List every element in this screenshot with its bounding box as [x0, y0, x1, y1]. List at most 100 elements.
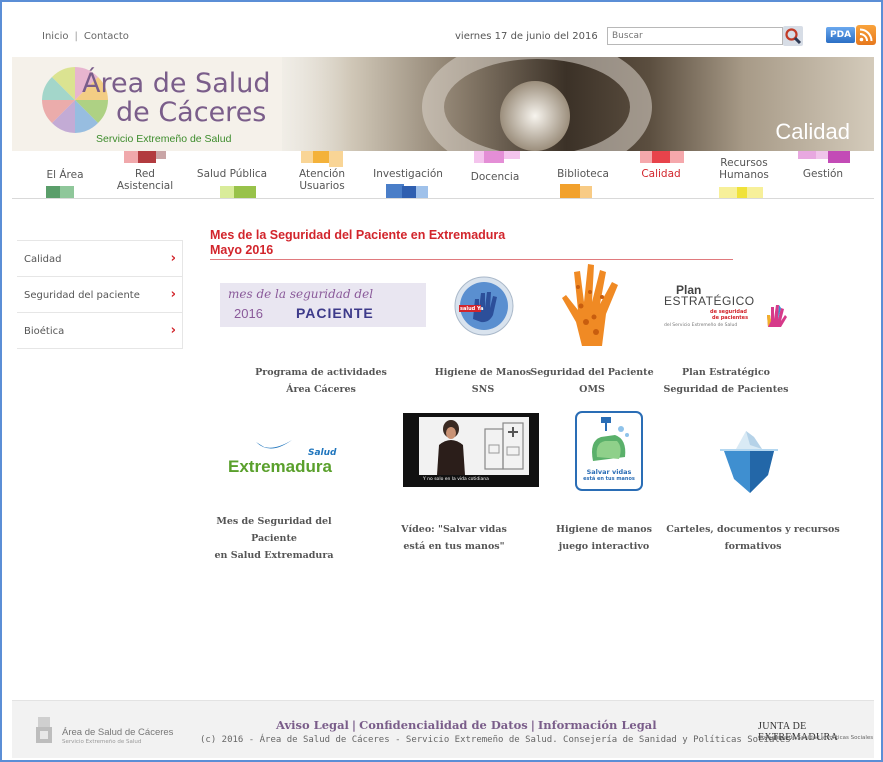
chevron-right-icon: ›: [170, 323, 176, 338]
tile-carteles-recursos-caption[interactable]: Carteles, documentos y recursos formativ…: [664, 521, 842, 555]
tile-programa-actividades-image[interactable]: mes de la seguridad del 2016 PACIENTE: [220, 283, 426, 327]
caption-line: Carteles, documentos y recursos: [666, 524, 840, 535]
sidebar-item-label: Calidad: [24, 254, 62, 265]
link-informacion-legal[interactable]: Información Legal: [538, 718, 657, 732]
rss-button[interactable]: [856, 25, 877, 45]
logo-title-line2: de Cáceres: [116, 97, 267, 128]
nav-color-block: [670, 151, 684, 163]
nav-color-block: [580, 186, 592, 198]
logo-title[interactable]: Área de Salud de Cáceres: [82, 69, 271, 127]
logo-title-line1: Área de Salud: [82, 68, 271, 99]
nav-docencia[interactable]: Docencia: [460, 151, 530, 199]
caption-line: Mes de Seguridad del: [216, 516, 332, 527]
logo-subtitle: Servicio Extremeño de Salud: [96, 133, 232, 145]
tile-higiene-manos-sns-image[interactable]: salud Ya: [453, 275, 515, 337]
nav-color-block: [504, 151, 520, 159]
caption-line: SNS: [471, 384, 495, 395]
top-bar: Inicio | Contacto viernes 17 de junio del …: [40, 25, 877, 48]
nav-color-block: [416, 186, 428, 198]
page-title-line2: Mayo 2016: [210, 243, 274, 257]
page-title: Mes de la Seguridad del Paciente en Extr…: [210, 228, 505, 258]
link-contacto[interactable]: Contacto: [84, 31, 129, 42]
caption-line: Paciente: [251, 533, 297, 544]
copyright-text: (c) 2016 - Área de Salud de Cáceres - Se…: [200, 735, 791, 745]
link-confidencialidad[interactable]: Confidencialidad de Datos: [359, 718, 528, 732]
tile-video-salvar-vidas-image[interactable]: Y no solo en la vida cotidiana: [403, 413, 539, 487]
tile-higiene-manos-sns-caption[interactable]: Higiene de Manos SNS: [428, 364, 538, 398]
nav-red-asistencial[interactable]: Red Asistencial: [110, 151, 180, 199]
footer-logo-icon[interactable]: [34, 715, 54, 747]
tile-programa-actividades-caption[interactable]: Programa de actividades Área Cáceres: [236, 364, 406, 398]
sidebar-item-seguridad-paciente[interactable]: Seguridad del paciente ›: [17, 277, 183, 313]
nav-gestion[interactable]: Gestión: [788, 151, 858, 199]
tile-salud-extremadura-image[interactable]: Salud Extremadura: [226, 436, 338, 478]
nav-atencion-usuarios[interactable]: Atención Usuarios: [287, 151, 357, 199]
tile-higiene-juego-image[interactable]: Salvar vidas está en tus manos: [575, 411, 643, 491]
tile-salud-extremadura-caption[interactable]: Mes de Seguridad del Paciente en Salud E…: [212, 513, 336, 564]
nav-el-area[interactable]: El Área: [30, 151, 100, 199]
nav-color-block: [652, 151, 670, 163]
nav-biblioteca[interactable]: Biblioteca: [548, 151, 618, 199]
tile-carteles-recursos-image[interactable]: [720, 425, 778, 495]
header-banner: Área de Salud de Cáceres Servicio Extrem…: [12, 57, 874, 151]
nav-label: Red Asistencial: [116, 168, 174, 192]
search-icon: [783, 26, 803, 46]
nav-color-block: [474, 151, 484, 163]
nav-label: Calidad: [641, 168, 681, 180]
caption-line: Seguridad de Pacientes: [663, 384, 789, 395]
banner-section-title: Calidad: [775, 119, 850, 144]
nav-investigacion[interactable]: Investigación: [368, 151, 448, 199]
plan-logo-text: ESTRATÉGICO: [664, 294, 755, 308]
nav-calidad[interactable]: Calidad: [626, 151, 696, 199]
nav-color-block: [156, 151, 166, 159]
nav-color-block: [484, 151, 504, 163]
colored-hand-icon: [767, 305, 787, 327]
caption-line: juego interactivo: [558, 541, 650, 552]
nav-label: El Área: [46, 169, 84, 181]
link-inicio[interactable]: Inicio: [42, 31, 68, 42]
tile-plan-estrategico-image[interactable]: Plan ESTRATÉGICO de seguridad de pacient…: [660, 283, 790, 333]
caption-line: Programa de actividades: [255, 367, 387, 378]
nav-label: Recursos Humanos: [719, 157, 769, 181]
tile-higiene-juego-caption[interactable]: Higiene de manos juego interactivo: [546, 521, 662, 555]
pda-button[interactable]: PDA: [826, 27, 856, 43]
nav-label: Salud Pública: [196, 168, 268, 180]
tile-video-salvar-vidas-caption[interactable]: Vídeo: "Salvar vidas está en tus manos": [386, 521, 522, 555]
nav-color-block: [138, 151, 156, 163]
search-input[interactable]: [607, 27, 783, 45]
nav-salud-publica[interactable]: Salud Pública: [192, 151, 272, 199]
chevron-right-icon: ›: [170, 251, 176, 266]
extremadura-logo-text: Extremadura: [228, 457, 332, 476]
nav-recursos-humanos[interactable]: Recursos Humanos: [709, 151, 779, 199]
footer-separator: |: [530, 718, 535, 732]
caption-line: OMS: [579, 384, 605, 395]
caption-line: formativos: [724, 541, 782, 552]
nav-label: Atención Usuarios: [299, 168, 345, 192]
main-nav: El Área Red Asistencial Salud Pública At…: [12, 151, 874, 199]
search-button[interactable]: [782, 26, 804, 46]
tile-seguridad-oms-image[interactable]: [556, 262, 626, 348]
top-links-separator: |: [74, 31, 78, 42]
nav-label: Docencia: [470, 171, 520, 183]
footer: Área de Salud de Cáceres Servicio Extrem…: [12, 700, 874, 758]
plan-logo-text: de pacientes: [712, 315, 749, 321]
footer-logo-title: Área de Salud de Cáceres: [62, 727, 174, 738]
nav-label: Investigación: [373, 168, 443, 180]
current-date: viernes 17 de junio del 2016: [455, 31, 598, 42]
orange-hand-icon: [562, 264, 618, 346]
sidebar-item-bioetica[interactable]: Bioética ›: [17, 313, 183, 349]
nav-color-block: [737, 187, 747, 198]
nav-color-block: [234, 186, 256, 198]
nav-color-block: [747, 187, 763, 198]
nav-color-block: [560, 184, 580, 198]
sidebar-item-calidad[interactable]: Calidad ›: [17, 241, 183, 277]
caption-line: en Salud Extremadura: [214, 550, 334, 561]
tile-seguridad-oms-caption[interactable]: Seguridad del Paciente OMS: [528, 364, 656, 398]
nav-label: Gestión: [802, 168, 844, 180]
link-aviso-legal[interactable]: Aviso Legal: [276, 718, 349, 732]
tile-logo-text: salud Ya: [460, 306, 484, 312]
tile-plan-estrategico-caption[interactable]: Plan Estratégico Seguridad de Pacientes: [654, 364, 798, 398]
nav-color-block: [719, 187, 737, 198]
video-subtitle: Y no solo en la vida cotidiana: [423, 477, 489, 482]
plan-logo-text: del Servicio Extremeño de Salud: [664, 323, 738, 328]
